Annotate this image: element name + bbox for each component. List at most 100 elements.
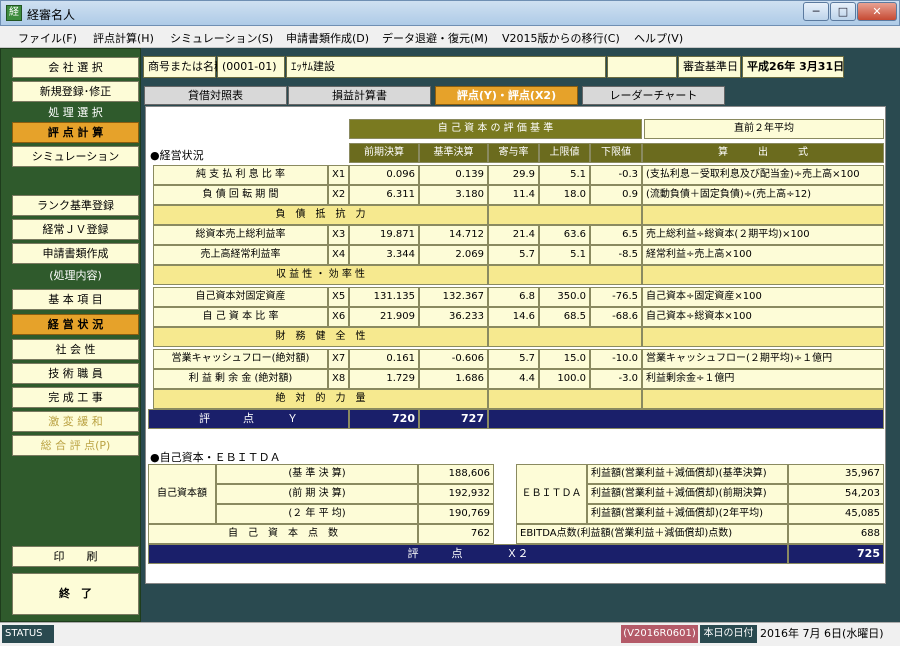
tab-score-y-x2[interactable]: 評点(Y)・評点(X2) bbox=[435, 86, 578, 105]
equity-prev-value: 192,932 bbox=[418, 484, 494, 504]
row-contrib: 5.7 bbox=[488, 245, 539, 265]
row-upper: 350.0 bbox=[539, 287, 590, 307]
row-code: X5 bbox=[328, 287, 349, 307]
row-name: 自 己 資 本 比 率 bbox=[153, 307, 328, 327]
col-prev: 前期決算 bbox=[349, 143, 419, 163]
ebitda-base-label: 利益額(営業利益＋減価償却)(基準決算) bbox=[587, 464, 788, 484]
score-calc-button[interactable]: 評 点 計 算 bbox=[12, 122, 139, 143]
menu-help[interactable]: ヘルプ(V) bbox=[634, 30, 683, 46]
sub-spacer bbox=[642, 205, 884, 225]
status-bar: STATUS (V2016R0601) 本日の日付 2016年 7月 6日(水曜… bbox=[0, 622, 900, 646]
menu-score-calc[interactable]: 評点計算(H) bbox=[93, 30, 154, 46]
row-code: X6 bbox=[328, 307, 349, 327]
jv-register-button[interactable]: 経常ＪＶ登録 bbox=[12, 219, 139, 240]
ebitda-prev-value: 54,203 bbox=[788, 484, 884, 504]
score-x2-label: 評 点 Ｘ２ bbox=[148, 544, 788, 564]
row-upper: 68.5 bbox=[539, 307, 590, 327]
score-x2-value: 725 bbox=[788, 544, 884, 564]
sub-spacer bbox=[642, 389, 884, 409]
company-name: ｴｯｻﾑ建設 bbox=[286, 56, 606, 78]
rank-register-button[interactable]: ランク基準登録 bbox=[12, 195, 139, 216]
exit-button[interactable]: 終 了 bbox=[12, 573, 139, 615]
maximize-button[interactable]: □ bbox=[830, 2, 856, 21]
row-code: X1 bbox=[328, 165, 349, 185]
row-upper: 15.0 bbox=[539, 349, 590, 369]
basic-items-button[interactable]: 基 本 項 目 bbox=[12, 289, 139, 310]
row-name: 総資本売上総利益率 bbox=[153, 225, 328, 245]
sub-debt-resistance: 負 債 抵 抗 力 bbox=[153, 205, 488, 225]
row-contrib: 14.6 bbox=[488, 307, 539, 327]
row-lower: -3.0 bbox=[590, 369, 642, 389]
row-formula: 自己資本÷総資本×100 bbox=[642, 307, 884, 327]
row-prev: 1.729 bbox=[349, 369, 419, 389]
sub-absolute-power: 絶 対 的 力 量 bbox=[153, 389, 488, 409]
status-label: STATUS bbox=[2, 625, 54, 643]
sociality-button[interactable]: 社 会 性 bbox=[12, 339, 139, 360]
version-badge: (V2016R0601) bbox=[621, 625, 698, 643]
col-lower: 下限値 bbox=[590, 143, 642, 163]
ebitda-base-value: 35,967 bbox=[788, 464, 884, 484]
application-docs-button[interactable]: 申請書類作成 bbox=[12, 243, 139, 264]
row-formula: 自己資本÷固定資産×100 bbox=[642, 287, 884, 307]
tab-radar-chart[interactable]: レーダーチャート bbox=[582, 86, 725, 105]
col-contrib: 寄与率 bbox=[488, 143, 539, 163]
menu-bar: ファイル(F) 評点計算(H) シミュレーション(S) 申請書類作成(D) デー… bbox=[0, 26, 900, 48]
mitigation-button[interactable]: 激 変 緩 和 bbox=[12, 411, 139, 432]
app-icon: 経 bbox=[6, 5, 22, 21]
business-status-button[interactable]: 経 営 状 況 bbox=[12, 314, 139, 335]
menu-data-backup[interactable]: データ退避・復元(M) bbox=[382, 30, 488, 46]
equity-prev-label: (前 期 決 算) bbox=[216, 484, 418, 504]
completed-works-button[interactable]: 完 成 工 事 bbox=[12, 387, 139, 408]
company-select-button[interactable]: 会 社 選 択 bbox=[12, 57, 139, 78]
sub-spacer bbox=[488, 205, 642, 225]
ebitda-prev-label: 利益額(営業利益＋減価償却)(前期決算) bbox=[587, 484, 788, 504]
row-formula: 経常利益÷売上高×100 bbox=[642, 245, 884, 265]
print-button[interactable]: 印 刷 bbox=[12, 546, 139, 567]
row-name: 売上高経常利益率 bbox=[153, 245, 328, 265]
company-label: 商号または名称 bbox=[143, 56, 225, 78]
sidebar: 会 社 選 択 新規登録･修正 処 理 選 択 評 点 計 算 シミュレーション… bbox=[0, 48, 141, 622]
minimize-button[interactable]: ─ bbox=[803, 2, 829, 21]
equity-base-value: 188,606 bbox=[418, 464, 494, 484]
sub-profitability: 収 益 性 ・ 効 率 性 bbox=[153, 265, 488, 285]
total-score-button[interactable]: 総 合 評 点(P) bbox=[12, 435, 139, 456]
menu-migration[interactable]: V2015版からの移行(C) bbox=[502, 30, 620, 46]
row-formula: (支払利息－受取利息及び配当金)÷売上高×100 bbox=[642, 165, 884, 185]
score-panel: 自 己 資 本 の 評 価 基 準 直前２年平均 ●経営状況 前期決算 基準決算… bbox=[145, 106, 886, 584]
row-upper: 18.0 bbox=[539, 185, 590, 205]
equity-label: 自己資本額 bbox=[148, 464, 216, 524]
menu-application-docs[interactable]: 申請書類作成(D) bbox=[286, 30, 369, 46]
tab-income-statement[interactable]: 損益計算書 bbox=[288, 86, 431, 105]
row-name: 純 支 払 利 息 比 率 bbox=[153, 165, 328, 185]
row-code: X2 bbox=[328, 185, 349, 205]
ebitda-avg-value: 45,085 bbox=[788, 504, 884, 524]
row-prev: 0.161 bbox=[349, 349, 419, 369]
new-register-button[interactable]: 新規登録･修正 bbox=[12, 81, 139, 102]
col-formula: 算 出 式 bbox=[642, 143, 884, 163]
sub-spacer bbox=[488, 389, 642, 409]
close-button[interactable]: ✕ bbox=[857, 2, 897, 21]
tab-balance-sheet[interactable]: 貸借対照表 bbox=[144, 86, 287, 105]
menu-file[interactable]: ファイル(F) bbox=[18, 30, 77, 46]
score-y-prev: 720 bbox=[349, 409, 419, 429]
row-formula: 利益剰余金÷１億円 bbox=[642, 369, 884, 389]
row-lower: -76.5 bbox=[590, 287, 642, 307]
sub-financial-health: 財 務 健 全 性 bbox=[153, 327, 488, 347]
row-code: X7 bbox=[328, 349, 349, 369]
equity-avg-label: (２ 年 平 均) bbox=[216, 504, 418, 524]
sub-spacer bbox=[488, 265, 642, 285]
base-date-value: 平成26年 3月31日 bbox=[742, 56, 844, 78]
menu-simulation[interactable]: シミュレーション(S) bbox=[170, 30, 273, 46]
row-base: 2.069 bbox=[419, 245, 488, 265]
simulation-button[interactable]: シミュレーション bbox=[12, 146, 139, 167]
engineers-button[interactable]: 技 術 職 員 bbox=[12, 363, 139, 384]
equity-base-label: (基 準 決 算) bbox=[216, 464, 418, 484]
process-select-header: 処 理 選 択 bbox=[12, 103, 139, 122]
row-contrib: 5.7 bbox=[488, 349, 539, 369]
process-content-header: (処理内容) bbox=[12, 266, 139, 285]
row-base: 14.712 bbox=[419, 225, 488, 245]
row-base: 3.180 bbox=[419, 185, 488, 205]
score-y-base: 727 bbox=[419, 409, 488, 429]
company-code: (0001-01) bbox=[217, 56, 285, 78]
row-lower: 0.9 bbox=[590, 185, 642, 205]
